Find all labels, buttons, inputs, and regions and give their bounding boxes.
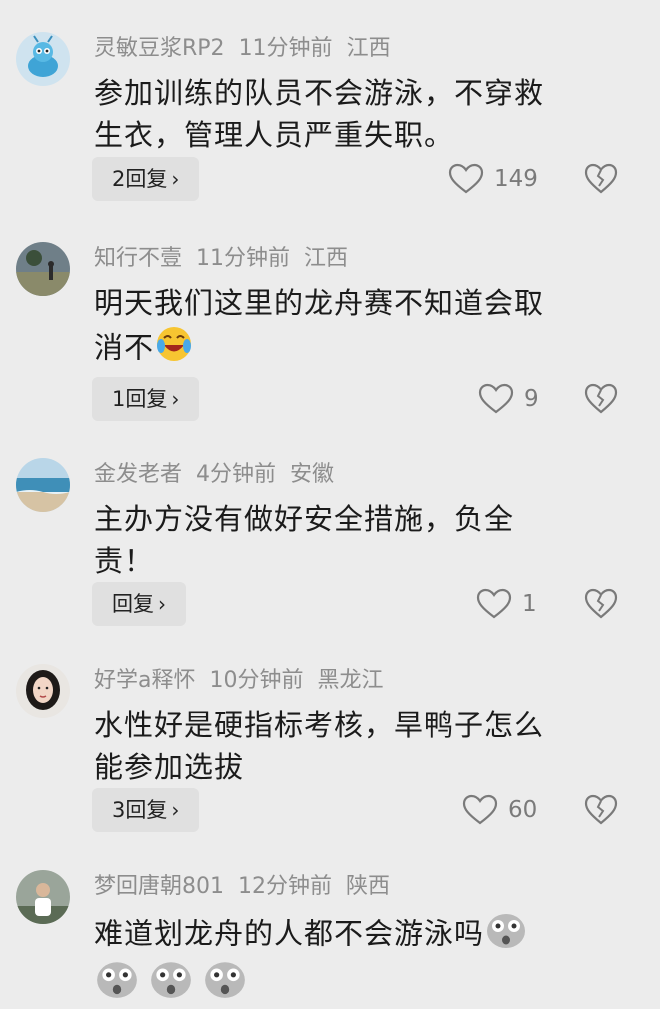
- username[interactable]: 灵敏豆浆RP2: [94, 36, 225, 61]
- reply-button[interactable]: 1回复 ›: [92, 377, 200, 421]
- comment-text: 主办方没有做好安全措施，负全 责！: [94, 498, 624, 582]
- comment-text-line: 难道划龙舟的人都不会游泳吗: [94, 910, 624, 961]
- comment-text-line: 生衣，管理人员严重失职。: [94, 118, 455, 152]
- avatar[interactable]: [16, 458, 70, 512]
- like-count: 9: [524, 386, 539, 412]
- shocked-face-emoji-icon: [484, 910, 528, 961]
- timestamp: 12分钟前: [238, 874, 332, 899]
- username[interactable]: 梦回唐朝801: [94, 874, 224, 899]
- chevron-right-icon: ›: [158, 592, 166, 616]
- comment-meta: 灵敏豆浆RP2 11分钟前 江西: [94, 34, 405, 64]
- broken-heart-icon: [584, 794, 618, 825]
- dislike-button[interactable]: [584, 582, 622, 626]
- heart-outline-icon: [476, 588, 512, 619]
- reply-button[interactable]: 回复 ›: [92, 582, 186, 626]
- reply-label: 3回复: [112, 798, 168, 822]
- shocked-face-emoji-icon: [94, 958, 140, 1004]
- comment-meta: 梦回唐朝801 12分钟前 陕西: [94, 872, 404, 902]
- chevron-right-icon: ›: [171, 167, 180, 191]
- heart-outline-icon: [448, 163, 484, 194]
- comment-text-fragment: 消不: [94, 330, 155, 365]
- dislike-button[interactable]: [584, 377, 622, 421]
- beach-photo-avatar-icon: [16, 458, 70, 512]
- like-button[interactable]: 149: [448, 157, 538, 201]
- comment-text-line: 明天我们这里的龙舟赛不知道会取: [94, 286, 545, 320]
- reply-button[interactable]: 2回复 ›: [92, 157, 200, 201]
- location: 江西: [304, 246, 349, 271]
- chevron-right-icon: ›: [171, 387, 180, 411]
- chevron-right-icon: ›: [171, 798, 180, 822]
- comment-feed: 灵敏豆浆RP2 11分钟前 江西 参加训练的队员不会游泳，不穿救 生衣，管理人员严重…: [0, 0, 660, 1009]
- comment-text: 参加训练的队员不会游泳，不穿救 生衣，管理人员严重失职。: [94, 72, 624, 156]
- man-photo-avatar-icon: [16, 870, 70, 924]
- comment-text-line: 责！: [94, 544, 155, 578]
- avatar[interactable]: [16, 870, 70, 924]
- shocked-face-emoji-icon: [202, 958, 248, 1004]
- broken-heart-icon: [584, 588, 618, 619]
- shocked-face-emoji-icon: [148, 958, 194, 1004]
- comment-text-line: 参加训练的队员不会游泳，不穿救: [94, 76, 545, 110]
- like-count: 1: [522, 591, 537, 617]
- cartoon-blue-alien-avatar-icon: [16, 32, 70, 86]
- location: 江西: [346, 36, 391, 61]
- comment-text: 明天我们这里的龙舟赛不知道会取 消不: [94, 282, 624, 375]
- comment-text: 难道划龙舟的人都不会游泳吗: [94, 910, 624, 961]
- dislike-button[interactable]: [584, 788, 622, 832]
- comment-meta: 知行不壹 11分钟前 江西: [94, 244, 362, 274]
- location: 安徽: [290, 462, 335, 487]
- reply-label: 1回复: [112, 387, 168, 411]
- like-button[interactable]: 9: [478, 377, 539, 421]
- outdoor-photo-avatar-icon: [16, 242, 70, 296]
- comment-meta: 金发老者 4分钟前 安徽: [94, 460, 348, 490]
- comment-meta: 好学a释怀 10分钟前 黑龙江: [94, 666, 398, 696]
- avatar[interactable]: [16, 32, 70, 86]
- avatar[interactable]: [16, 664, 70, 718]
- timestamp: 11分钟前: [196, 246, 291, 271]
- username[interactable]: 金发老者: [94, 462, 182, 487]
- heart-outline-icon: [462, 794, 498, 825]
- broken-heart-icon: [584, 383, 618, 414]
- comment-text-line: 能参加选拔: [94, 750, 245, 784]
- reply-label: 2回复: [112, 167, 168, 191]
- username[interactable]: 好学a释怀: [94, 668, 195, 693]
- timestamp: 10分钟前: [209, 668, 304, 693]
- comment-text-line: 消不: [94, 324, 624, 375]
- comment-text-fragment: 难道划龙舟的人都不会游泳吗: [94, 916, 485, 951]
- reply-button[interactable]: 3回复 ›: [92, 788, 200, 832]
- location: 黑龙江: [317, 668, 384, 693]
- location: 陕西: [346, 874, 391, 899]
- crying-laughing-emoji-icon: [154, 324, 194, 375]
- comment-text: 水性好是硬指标考核，旱鸭子怎么 能参加选拔: [94, 704, 624, 788]
- reply-label: 回复: [112, 592, 154, 616]
- timestamp: 4分钟前: [196, 462, 277, 487]
- like-button[interactable]: 60: [462, 788, 537, 832]
- heart-outline-icon: [478, 383, 514, 414]
- dislike-button[interactable]: [584, 157, 622, 201]
- broken-heart-icon: [584, 163, 618, 194]
- emoji-row: [94, 958, 248, 1004]
- comment-text-line: 水性好是硬指标考核，旱鸭子怎么: [94, 708, 545, 742]
- timestamp: 11分钟前: [238, 36, 333, 61]
- like-button[interactable]: 1: [476, 582, 537, 626]
- woman-portrait-avatar-icon: [16, 664, 70, 718]
- username[interactable]: 知行不壹: [94, 246, 182, 271]
- like-count: 149: [494, 166, 538, 192]
- avatar[interactable]: [16, 242, 70, 296]
- like-count: 60: [508, 797, 538, 823]
- comment-text-line: 主办方没有做好安全措施，负全: [94, 502, 515, 536]
